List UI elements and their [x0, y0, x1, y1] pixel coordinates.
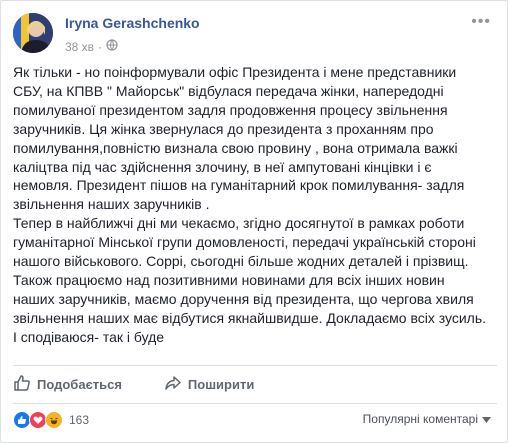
share-button[interactable]: Поширити [164, 374, 254, 395]
post-header: Iryna Gerashchenko 38 хв · ••• [13, 13, 497, 54]
share-icon [164, 374, 182, 395]
like-label: Подобається [37, 376, 122, 392]
author-name[interactable]: Iryna Gerashchenko [65, 15, 200, 31]
thumbs-up-icon [13, 374, 31, 395]
post-text: Як тільки - но поінформували офіс Презид… [13, 64, 487, 345]
post-time[interactable]: 38 хв [65, 40, 94, 54]
post-meta: 38 хв · [65, 39, 118, 54]
comment-sort-dropdown[interactable]: Популярні коментарі [363, 412, 491, 426]
reaction-count[interactable]: 163 [69, 413, 89, 427]
divider [13, 403, 497, 404]
share-label: Поширити [187, 376, 255, 392]
post-card: Iryna Gerashchenko 38 хв · ••• Як тільки… [0, 0, 508, 443]
caret-down-icon [482, 412, 491, 426]
like-button[interactable]: Подобається [13, 374, 122, 395]
reactions-bar: 163 Популярні коментарі [13, 408, 497, 432]
divider [13, 365, 497, 366]
action-bar: Подобається Поширити [13, 368, 497, 400]
haha-reaction-icon[interactable] [45, 411, 63, 429]
globe-icon[interactable] [106, 39, 118, 54]
comment-sort-label: Популярні коментарі [362, 412, 478, 426]
separator-dot: · [98, 39, 103, 54]
author-avatar[interactable] [13, 13, 53, 53]
more-options-icon[interactable]: ••• [471, 13, 491, 31]
